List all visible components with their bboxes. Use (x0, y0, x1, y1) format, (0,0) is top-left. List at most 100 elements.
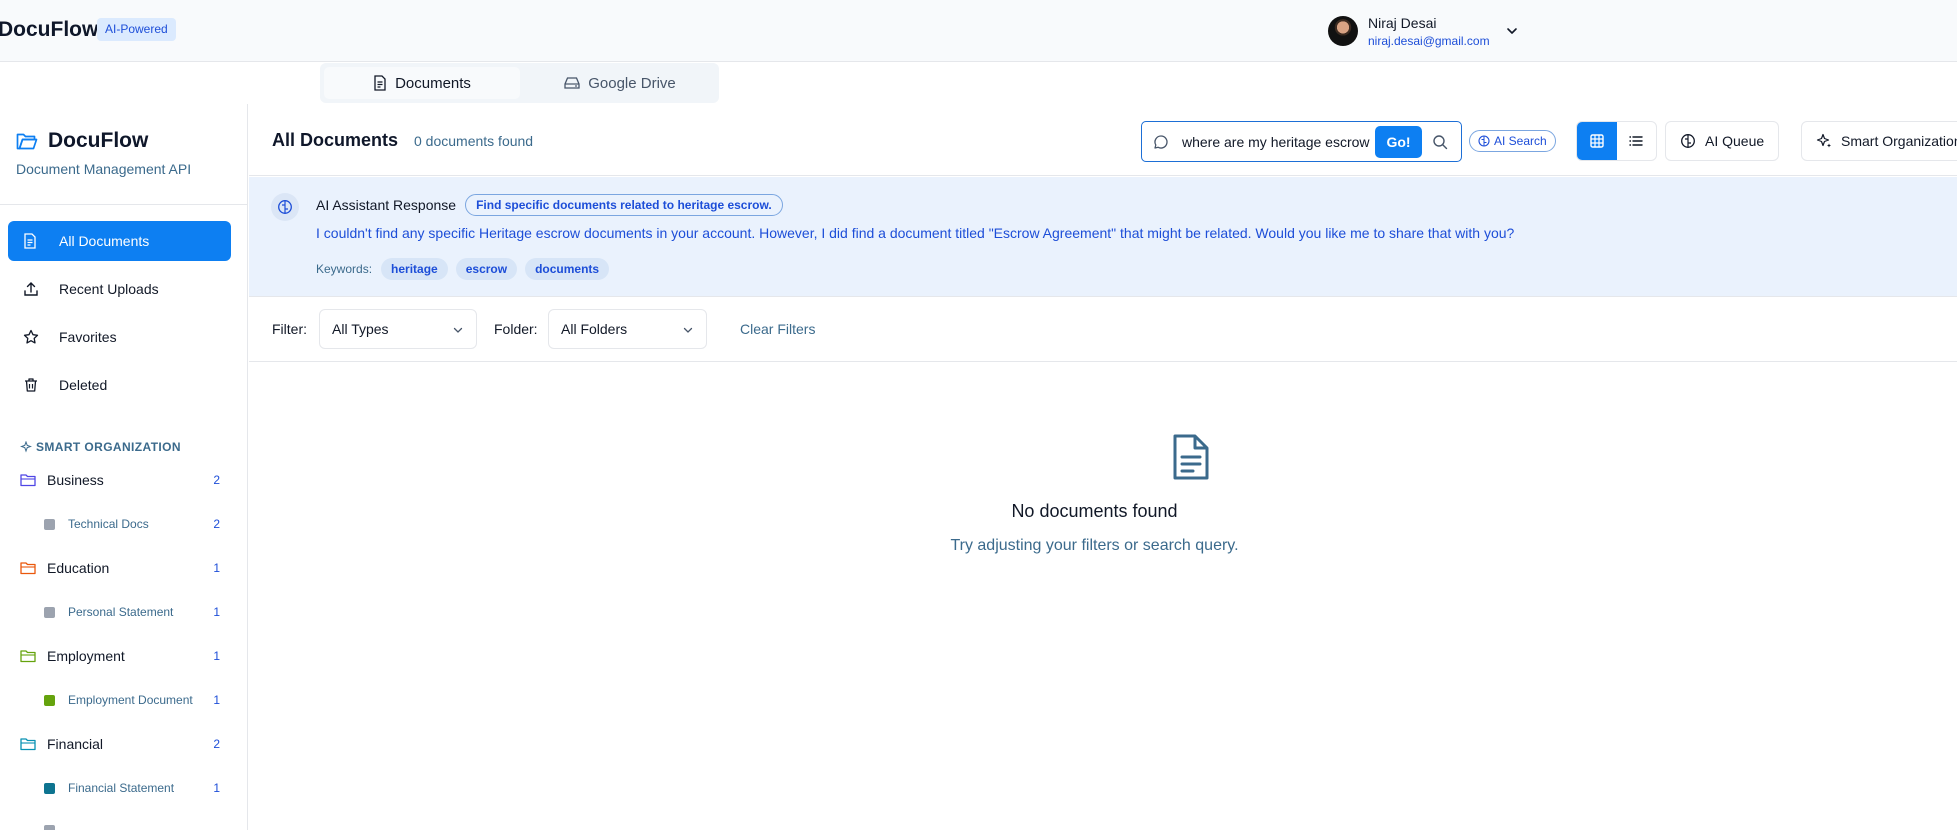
star-icon (23, 329, 39, 344)
sidebar-brand[interactable]: DocuFlow (16, 129, 148, 153)
grid-view-button[interactable] (1577, 122, 1617, 160)
grid-icon (1590, 134, 1604, 148)
keyword-chip[interactable]: escrow (455, 258, 518, 280)
sidebar-item-label: Deleted (59, 377, 108, 393)
brain-icon (1681, 134, 1695, 148)
subcategory-count: 1 (213, 693, 220, 707)
category-education[interactable]: Education 1 (20, 556, 220, 580)
category-count: 1 (213, 561, 220, 575)
sidebar-subtitle: Document Management API (16, 161, 192, 177)
subcategory-employment-document[interactable]: Employment Document 1 (44, 690, 220, 710)
color-swatch (44, 694, 55, 706)
file-icon (24, 233, 36, 249)
view-tabs: Documents Google Drive (320, 63, 719, 103)
ai-powered-badge: AI-Powered (97, 18, 176, 41)
keyword-chip[interactable]: heritage (381, 258, 448, 280)
list-icon (1629, 136, 1643, 146)
sparkles-icon (20, 441, 32, 453)
category-count: 1 (213, 649, 220, 663)
smart-organization-button[interactable]: Smart Organization (1801, 121, 1957, 161)
sidebar: DocuFlow Document Management API All Doc… (0, 104, 248, 830)
ai-search-toggle[interactable]: AI Search (1469, 130, 1556, 152)
brain-icon (278, 200, 292, 214)
type-filter-select[interactable]: All Types (319, 309, 477, 349)
ai-assistant-icon (271, 193, 299, 221)
empty-state: No documents found Try adjusting your fi… (249, 363, 1957, 830)
color-swatch (44, 518, 55, 530)
category-financial[interactable]: Financial 2 (20, 732, 220, 756)
search-icon[interactable] (1432, 134, 1448, 150)
empty-title: No documents found (1011, 501, 1178, 521)
drive-icon (564, 77, 580, 89)
ai-response-text: I couldn't find any specific Heritage es… (316, 225, 1515, 241)
sparkles-icon (1816, 133, 1831, 148)
category-label: Employment (47, 648, 125, 664)
folder-open-icon (16, 133, 38, 150)
subcategory-label: Personal Statement (68, 605, 174, 619)
sidebar-item-label: Recent Uploads (59, 281, 159, 297)
subcategory-label: Employment Document (68, 693, 193, 707)
tab-google-drive[interactable]: Google Drive (522, 67, 718, 99)
filter-bar: Filter: All Types Folder: All Folders Cl… (249, 298, 1957, 362)
upload-icon (24, 282, 38, 296)
ai-queue-button[interactable]: AI Queue (1665, 121, 1780, 161)
go-button[interactable]: Go! (1375, 126, 1422, 158)
keyword-chip[interactable]: documents (525, 258, 610, 280)
list-view-button[interactable] (1617, 122, 1657, 160)
search-input[interactable]: where are my heritage escrow (1182, 134, 1380, 150)
category-count: 2 (213, 737, 220, 751)
filter-label: Filter: (272, 321, 307, 337)
folder-icon (20, 738, 36, 751)
subcategory-label: Financial Statement (68, 781, 175, 795)
top-bar: DocuFlow AI-Powered Niraj Desai niraj.de… (0, 0, 1957, 62)
subcategory-personal-statement[interactable]: Personal Statement 1 (44, 602, 220, 622)
chat-bubble-icon (1154, 135, 1168, 149)
ai-response-title: AI Assistant Response (316, 197, 457, 213)
sidebar-item-label: Favorites (59, 329, 117, 345)
tab-label: Documents (395, 74, 471, 92)
file-icon (374, 75, 386, 91)
user-menu[interactable]: Niraj Desai niraj.desai@gmail.com (1328, 13, 1520, 49)
subcategory-partial[interactable] (44, 820, 220, 830)
folder-icon (20, 474, 36, 487)
brain-icon (1478, 135, 1490, 147)
divider (0, 204, 247, 205)
chevron-down-icon[interactable] (1504, 23, 1520, 39)
chevron-down-icon (453, 327, 463, 333)
sidebar-item-all-documents[interactable]: All Documents (8, 221, 231, 261)
folder-icon (20, 650, 36, 663)
trash-icon (25, 378, 37, 392)
sidebar-item-favorites[interactable]: Favorites (8, 317, 231, 357)
document-icon (1173, 434, 1209, 480)
document-count: 0 documents found (414, 133, 534, 149)
subcategory-count: 1 (213, 781, 220, 795)
sidebar-title: DocuFlow (48, 129, 149, 152)
sidebar-item-recent-uploads[interactable]: Recent Uploads (8, 269, 231, 309)
subcategory-count: 1 (213, 605, 220, 619)
folder-icon (20, 562, 36, 575)
subcategory-technical-docs[interactable]: Technical Docs 2 (44, 514, 220, 534)
empty-hint: Try adjusting your filters or search que… (950, 537, 1239, 554)
folder-filter-select[interactable]: All Folders (548, 309, 707, 349)
category-business[interactable]: Business 2 (20, 468, 220, 492)
view-toggle (1576, 121, 1657, 161)
color-swatch (44, 782, 55, 794)
category-employment[interactable]: Employment 1 (20, 644, 220, 668)
tab-documents[interactable]: Documents (324, 67, 520, 99)
category-label: Financial (47, 736, 104, 752)
clear-filters-button[interactable]: Clear Filters (740, 321, 815, 337)
color-swatch (44, 824, 55, 830)
sidebar-item-label: All Documents (59, 233, 150, 249)
app-brand[interactable]: DocuFlow (0, 18, 98, 42)
folder-label: Folder: (494, 321, 538, 337)
user-email: niraj.desai@gmail.com (1368, 33, 1490, 48)
subcategory-financial-statement[interactable]: Financial Statement 1 (44, 778, 220, 798)
ai-response-panel: AI Assistant Response Find specific docu… (249, 177, 1957, 297)
chevron-down-icon (683, 327, 693, 333)
search-box: where are my heritage escrow Go! (1141, 121, 1462, 162)
tab-label: Google Drive (588, 74, 676, 92)
sidebar-item-deleted[interactable]: Deleted (8, 365, 231, 405)
category-label: Business (47, 472, 104, 488)
user-name: Niraj Desai (1368, 14, 1437, 31)
subcategory-label: Technical Docs (68, 517, 149, 531)
